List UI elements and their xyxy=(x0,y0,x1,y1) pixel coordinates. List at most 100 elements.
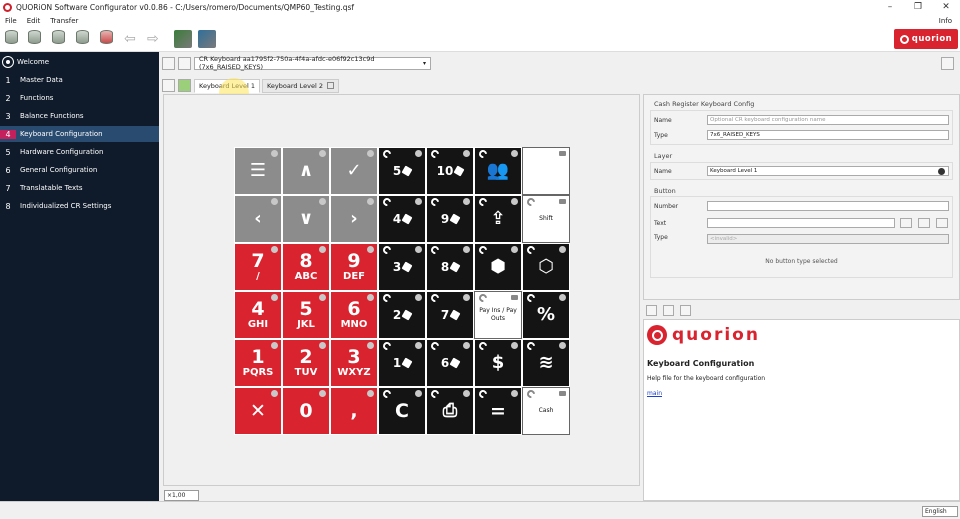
receive-from-register-button[interactable] xyxy=(198,30,216,48)
expand-panel-button[interactable] xyxy=(941,56,954,70)
keyboard-key[interactable]: ‹ xyxy=(234,195,282,243)
keyboard-key[interactable]: C xyxy=(378,387,426,435)
keyboard-key[interactable]: 3 WXYZ xyxy=(330,339,378,387)
keyboard-key[interactable]: 1 PQRS xyxy=(234,339,282,387)
keyboard-key[interactable]: 2 xyxy=(378,291,426,339)
clear-option-button[interactable] xyxy=(936,218,948,228)
back-arrow-icon[interactable]: ⇦ xyxy=(124,32,136,46)
sidebar-item-individualized-cr-settings[interactable]: 8 Individualized CR Settings xyxy=(0,198,159,214)
keyboard-key[interactable]: ⬡ xyxy=(522,243,570,291)
keyboard-key[interactable]: 1 xyxy=(378,339,426,387)
keyboard-key[interactable]: ⬢ xyxy=(474,243,522,291)
keyboard-key[interactable]: ∧ xyxy=(282,147,330,195)
minimize-button[interactable]: – xyxy=(876,0,904,15)
help-text: Help file for the keyboard configuration xyxy=(647,375,766,382)
close-tab-icon[interactable] xyxy=(326,82,334,89)
keyboard-key[interactable]: 6 MNO xyxy=(330,291,378,339)
button-type-select[interactable]: <invalid> xyxy=(707,234,949,244)
keyboard-key[interactable]: = xyxy=(474,387,522,435)
sidebar-item-keyboard-configuration[interactable]: 4 Keyboard Configuration xyxy=(0,126,159,142)
keyboard-key[interactable]: 5 xyxy=(378,147,426,195)
key-badge-icon xyxy=(319,390,326,397)
sidebar-item-translatable-texts[interactable]: 7 Translatable Texts xyxy=(0,180,159,196)
keyboard-key[interactable] xyxy=(522,147,570,195)
keyboard-key[interactable]: Cash xyxy=(522,387,570,435)
keyboard-key[interactable]: 0 xyxy=(282,387,330,435)
keyboard-key[interactable]: ⇪ xyxy=(474,195,522,243)
remove-keyboard-button[interactable] xyxy=(178,56,191,70)
export-database-button[interactable] xyxy=(73,30,91,48)
new-database-button[interactable] xyxy=(2,30,20,48)
key-refresh-icon xyxy=(429,196,441,208)
keyboard-select[interactable]: CR Keyboard aa1795f2-750a-4f4a-afdc-e06f… xyxy=(194,55,431,71)
menu-info[interactable]: Info xyxy=(934,17,957,25)
status-bar: English xyxy=(0,501,960,519)
help-home-button[interactable] xyxy=(680,305,691,316)
keyboard-key[interactable]: 9 xyxy=(426,195,474,243)
keyboard-key[interactable]: 8 ABC xyxy=(282,243,330,291)
sidebar-item-number: 7 xyxy=(5,183,11,193)
sidebar-item-general-configuration[interactable]: 6 General Configuration xyxy=(0,162,159,178)
open-database-button[interactable] xyxy=(25,30,43,48)
forward-arrow-icon[interactable]: ⇨ xyxy=(147,32,159,46)
send-to-register-button[interactable] xyxy=(174,30,192,48)
keyboard-key[interactable]: ∨ xyxy=(282,195,330,243)
keyboard-key[interactable]: % xyxy=(522,291,570,339)
keyboard-save-button[interactable] xyxy=(162,79,175,92)
zoom-spinbox[interactable]: ×1,00 xyxy=(164,490,199,501)
text-option-button[interactable] xyxy=(900,218,912,228)
button-text-input[interactable] xyxy=(707,218,895,228)
keyboard-key[interactable]: 4 GHI xyxy=(234,291,282,339)
keyboard-key[interactable]: 2 TUV xyxy=(282,339,330,387)
image-option-button[interactable] xyxy=(918,218,930,228)
keyboard-key[interactable]: Shift xyxy=(522,195,570,243)
key-main-text: 6 xyxy=(347,298,361,320)
menu-edit[interactable]: Edit xyxy=(22,17,46,25)
tab-keyboard-level-2[interactable]: Keyboard Level 2 xyxy=(261,78,339,93)
keyboard-key[interactable]: , xyxy=(330,387,378,435)
key-label: Shift xyxy=(539,215,553,222)
keyboard-key[interactable]: ✕ xyxy=(234,387,282,435)
config-type-field[interactable]: 7x6_RAISED_KEYS xyxy=(707,130,949,140)
quorion-logo-button[interactable]: quorion xyxy=(894,29,958,49)
close-window-button[interactable]: ✕ xyxy=(932,0,960,15)
keyboard-key[interactable]: ⎙ xyxy=(426,387,474,435)
keyboard-key[interactable]: 7 xyxy=(426,291,474,339)
keyboard-key[interactable]: ✓ xyxy=(330,147,378,195)
keyboard-key[interactable]: 6 xyxy=(426,339,474,387)
menu-transfer[interactable]: Transfer xyxy=(45,17,83,25)
help-main-link[interactable]: main xyxy=(647,390,662,397)
keyboard-key[interactable]: 7/ xyxy=(234,243,282,291)
clear-icon[interactable] xyxy=(938,168,945,175)
keyboard-key[interactable]: 8 xyxy=(426,243,474,291)
sidebar-item-welcome[interactable]: Welcome xyxy=(0,54,159,70)
sidebar-item-hardware-configuration[interactable]: 5 Hardware Configuration xyxy=(0,144,159,160)
keyboard-key[interactable]: 5 JKL xyxy=(282,291,330,339)
add-keyboard-button[interactable] xyxy=(162,56,175,70)
sidebar-item-master-data[interactable]: 1 Master Data xyxy=(0,72,159,88)
delete-database-button[interactable] xyxy=(97,30,115,48)
config-name-input[interactable]: Optional CR keyboard configuration name xyxy=(707,115,949,125)
help-back-button[interactable] xyxy=(646,305,657,316)
keyboard-key[interactable]: 3 xyxy=(378,243,426,291)
keyboard-key[interactable]: 9 DEF xyxy=(330,243,378,291)
keyboard-key[interactable]: 10 xyxy=(426,147,474,195)
add-layer-button[interactable] xyxy=(178,79,191,92)
search-database-button[interactable] xyxy=(49,30,67,48)
key-refresh-icon xyxy=(381,148,393,160)
keyboard-key[interactable]: › xyxy=(330,195,378,243)
keyboard-key[interactable]: ☰ xyxy=(234,147,282,195)
keyboard-key[interactable]: 👥 xyxy=(474,147,522,195)
menu-file[interactable]: File xyxy=(0,17,22,25)
layer-name-input[interactable]: Keyboard Level 1 xyxy=(707,166,949,176)
help-forward-button[interactable] xyxy=(663,305,674,316)
keyboard-key[interactable]: ≋ xyxy=(522,339,570,387)
keyboard-key[interactable]: Pay Ins / Pay Outs xyxy=(474,291,522,339)
keyboard-key[interactable]: $ xyxy=(474,339,522,387)
language-select[interactable]: English xyxy=(922,506,958,517)
button-number-input[interactable] xyxy=(707,201,949,211)
maximize-button[interactable]: ❐ xyxy=(904,0,932,15)
sidebar-item-balance-functions[interactable]: 3 Balance Functions xyxy=(0,108,159,124)
keyboard-key[interactable]: 4 xyxy=(378,195,426,243)
sidebar-item-functions[interactable]: 2 Functions xyxy=(0,90,159,106)
